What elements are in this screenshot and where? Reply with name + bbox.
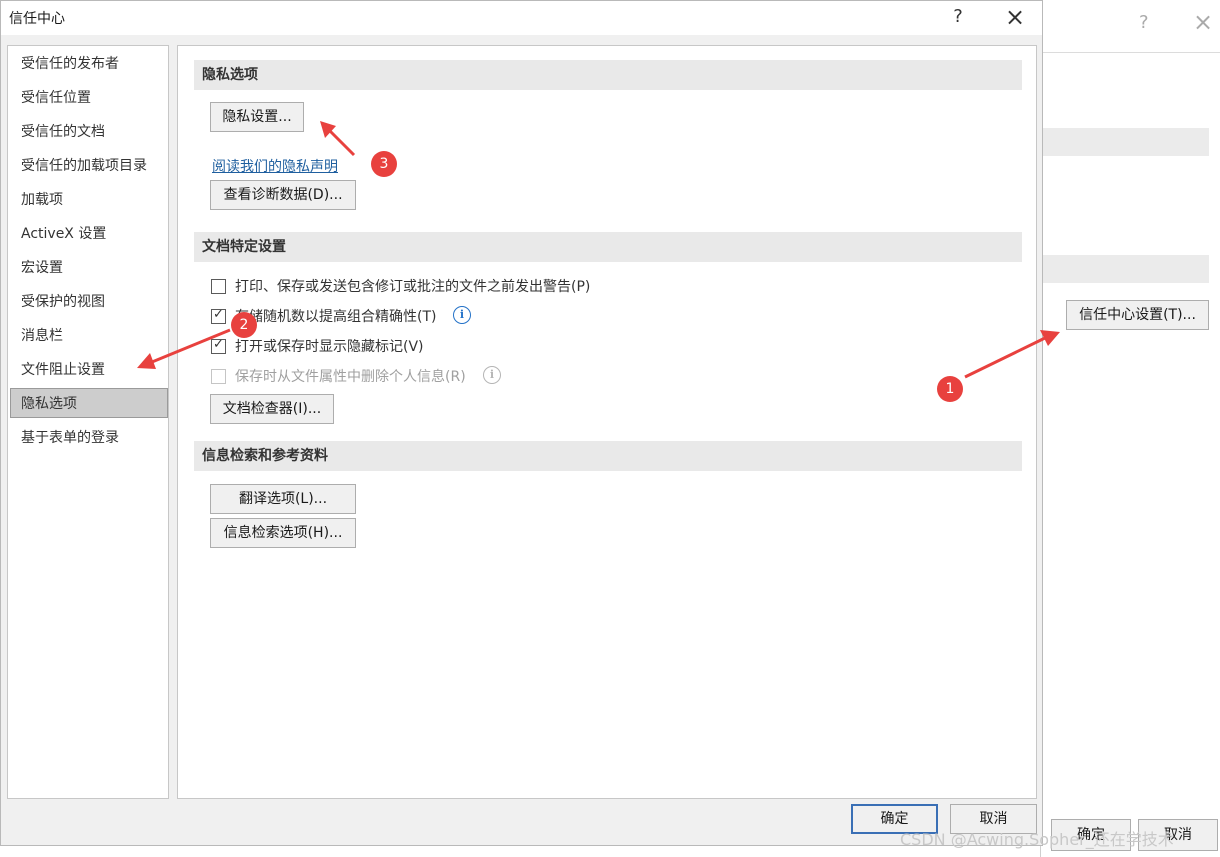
annotation-badge-2: 2	[231, 312, 257, 338]
annotation-arrow-3	[320, 121, 356, 157]
annotation-arrow-2	[137, 328, 231, 369]
annotation-badge-1: 1	[937, 376, 963, 402]
annotation-arrows	[137, 121, 1060, 379]
annotation-arrow-1	[964, 330, 1060, 379]
watermark-text: CSDN @Acwing.Sopher_还在学技术	[900, 830, 1174, 849]
annotation-badge-3: 3	[371, 151, 397, 177]
